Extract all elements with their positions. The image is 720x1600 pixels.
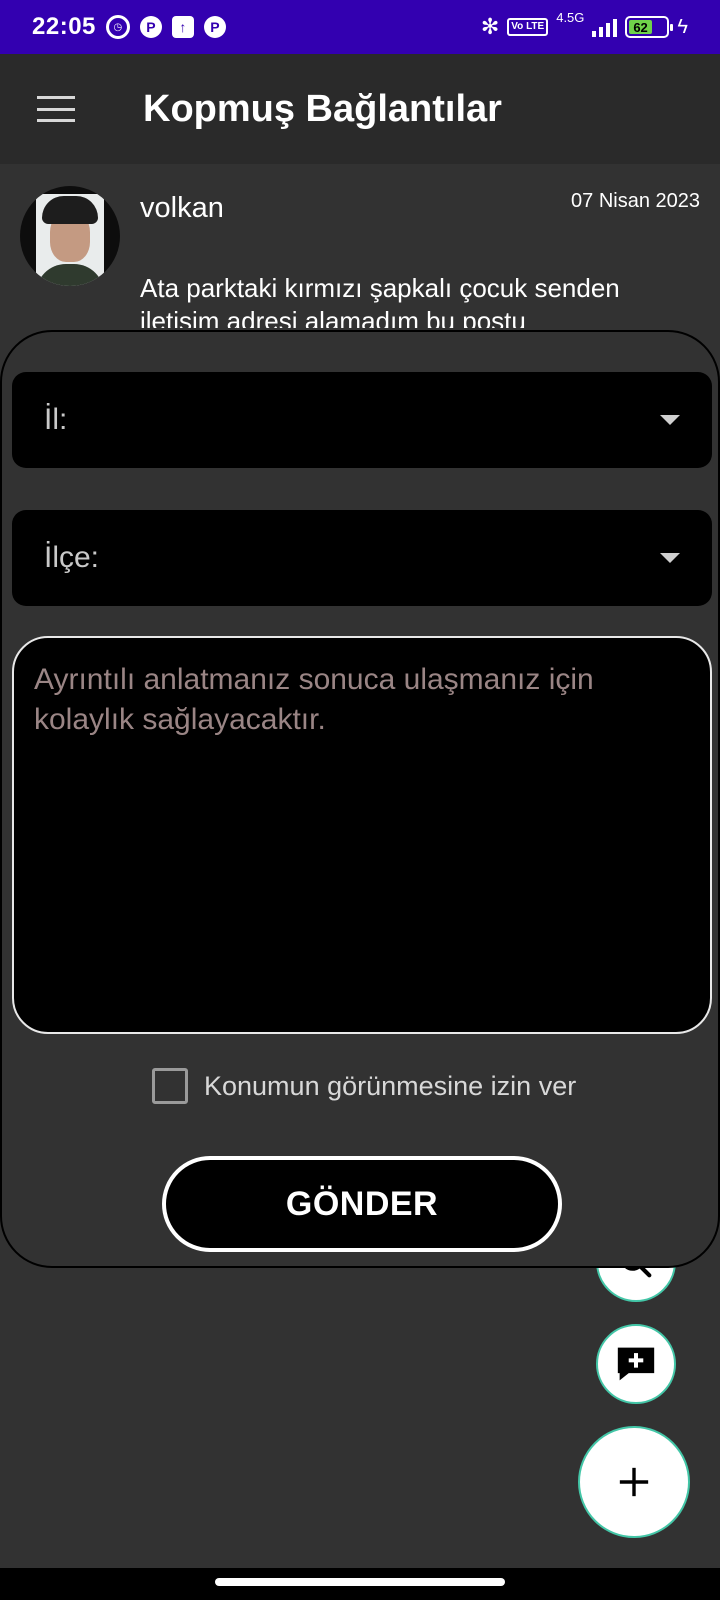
- location-checkbox[interactable]: [152, 1068, 188, 1104]
- battery-icon: 62: [625, 16, 674, 38]
- battery-level: 62: [629, 20, 652, 35]
- post-card[interactable]: volkan 07 Nisan 2023 Ata parktaki kırmız…: [0, 164, 720, 334]
- app-bar: Kopmuş Bağlantılar: [0, 54, 720, 164]
- dropdown-arrow-icon: [660, 553, 680, 563]
- send-button[interactable]: GÖNDER: [162, 1156, 562, 1252]
- add-button[interactable]: [578, 1426, 690, 1538]
- location-permission-row[interactable]: Konumun görünmesine izin ver: [152, 1068, 576, 1104]
- app-notification-icon-2: P: [203, 16, 226, 38]
- upload-icon: ↑: [171, 16, 194, 38]
- add-comment-icon: [617, 1347, 655, 1381]
- app-notification-icon: P: [139, 16, 162, 38]
- details-input[interactable]: [12, 636, 712, 1034]
- status-time: 22:05: [32, 13, 96, 40]
- menu-icon[interactable]: [37, 96, 75, 122]
- bluetooth-icon: ✻: [480, 14, 500, 39]
- navigation-bar: [0, 1568, 720, 1600]
- district-dropdown[interactable]: İlçe:: [12, 510, 712, 606]
- charging-icon: ϟ: [677, 15, 688, 38]
- post-date: 07 Nisan 2023: [571, 190, 700, 212]
- plus-icon: [619, 1467, 649, 1497]
- province-dropdown[interactable]: İl:: [12, 372, 712, 468]
- dropdown-arrow-icon: [660, 415, 680, 425]
- alarm-icon: ◷: [105, 15, 130, 39]
- post-text: Ata parktaki kırmızı şapkalı çocuk sende…: [140, 273, 620, 328]
- district-label: İlçe:: [44, 541, 100, 574]
- volte-icon: Vo LTE: [507, 18, 549, 36]
- new-post-sheet: İl: İlçe: Konumun görünmesine izin ver G…: [0, 330, 720, 1268]
- province-label: İl:: [44, 403, 68, 436]
- system-icons: ✻ Vo LTE 4.5G 62 ϟ: [480, 10, 688, 40]
- status-bar: 22:05 ◷ P ↑ P ✻ Vo LTE 4.5G 62 ϟ: [0, 0, 720, 54]
- avatar[interactable]: [20, 186, 120, 286]
- add-comment-button[interactable]: [596, 1324, 676, 1404]
- signal-icon: [592, 17, 618, 37]
- network-type: 4.5G: [556, 10, 585, 25]
- location-checkbox-label: Konumun görünmesine izin ver: [204, 1070, 577, 1101]
- notification-icons: ◷ P ↑ P: [105, 15, 226, 39]
- page-title: Kopmuş Bağlantılar: [143, 87, 502, 130]
- post-username: volkan: [140, 192, 224, 224]
- home-gesture-handle[interactable]: [215, 1578, 505, 1586]
